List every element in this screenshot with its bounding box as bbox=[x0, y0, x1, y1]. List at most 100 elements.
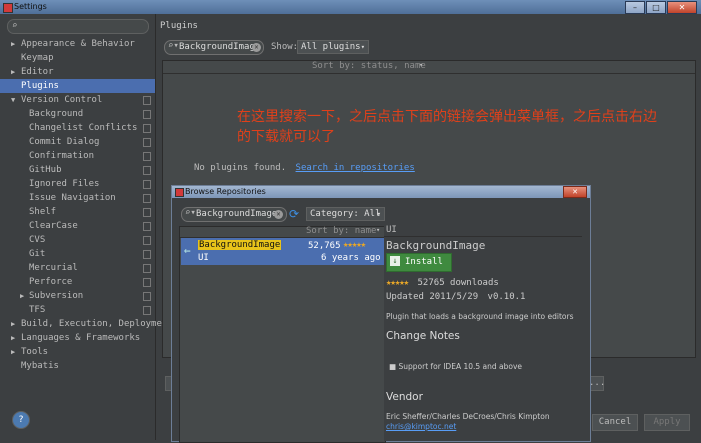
project-scope-icon bbox=[143, 180, 151, 189]
settings-search-input[interactable]: ⌕ bbox=[7, 19, 149, 34]
settings-sidebar: ⌕ ▶ Appearance & Behavior Keymap ▶ Editor Plu… bbox=[0, 14, 162, 440]
sidebar-item-label: ClearCase bbox=[29, 221, 78, 231]
list-header: Sort by: name ▾ bbox=[180, 226, 385, 238]
sidebar-item-changelist-conflicts[interactable]: Changelist Conflicts bbox=[0, 121, 155, 135]
detail-updated-row: Updated 2011/5/29 v0.10.1 bbox=[386, 292, 525, 302]
chevron-right-icon[interactable]: ▶ bbox=[11, 37, 15, 51]
install-button[interactable]: ↓ Install bbox=[386, 253, 452, 272]
dialog-close-button[interactable]: ✕ bbox=[563, 186, 587, 198]
project-scope-icon bbox=[143, 236, 151, 245]
sidebar-item-cvs[interactable]: CVS bbox=[0, 233, 155, 247]
sidebar-item-subversion[interactable]: ▶ Subversion bbox=[0, 289, 155, 303]
sidebar-item-label: Background bbox=[29, 109, 84, 119]
project-scope-icon bbox=[143, 96, 151, 105]
sidebar-item-commit-dialog[interactable]: Commit Dialog bbox=[0, 135, 155, 149]
app-icon bbox=[3, 3, 13, 13]
sidebar-item-label: Shelf bbox=[29, 207, 57, 217]
search-icon: ⌕ bbox=[12, 21, 18, 31]
change-notes-text: Support for IDEA 10.5 and above bbox=[398, 362, 523, 371]
sidebar-item-label: Keymap bbox=[21, 53, 54, 63]
sidebar-item-background[interactable]: Background bbox=[0, 107, 155, 121]
plugin-search-input[interactable]: ⌕▾ BackgroundImage ✕ bbox=[164, 40, 264, 55]
project-scope-icon bbox=[143, 264, 151, 273]
plugin-icon: ⇐ bbox=[184, 244, 191, 257]
sidebar-item-tfs[interactable]: TFS bbox=[0, 303, 155, 317]
sidebar-item-ignored-files[interactable]: Ignored Files bbox=[0, 177, 155, 191]
detail-category: UI bbox=[386, 225, 397, 235]
sidebar-item-issue-navigation[interactable]: Issue Navigation bbox=[0, 191, 155, 205]
sidebar-item-label: Commit Dialog bbox=[29, 137, 100, 147]
chevron-right-icon[interactable]: ▶ bbox=[11, 65, 15, 79]
detail-plugin-name: BackgroundImage bbox=[386, 239, 486, 252]
sidebar-item-perforce[interactable]: Perforce bbox=[0, 275, 155, 289]
search-in-repositories-link[interactable]: Search in repositories bbox=[296, 163, 415, 173]
plugin-result-row[interactable]: ⇐ BackgroundImage 52,765 ★★★★★ UI 6 year… bbox=[181, 238, 384, 265]
search-icon: ⌕▾ bbox=[168, 41, 179, 51]
sidebar-item-shelf[interactable]: Shelf bbox=[0, 205, 155, 219]
cancel-button[interactable]: Cancel bbox=[592, 414, 638, 431]
sidebar-item-plugins[interactable]: Plugins bbox=[0, 79, 155, 93]
help-button[interactable]: ? bbox=[12, 411, 30, 429]
sidebar-item-label: Mybatis bbox=[21, 361, 59, 371]
sidebar-item-keymap[interactable]: Keymap bbox=[0, 51, 155, 65]
chevron-right-icon[interactable]: ▶ bbox=[11, 345, 15, 359]
chevron-down-icon: ▾ bbox=[376, 210, 381, 218]
maximize-button[interactable]: □ bbox=[646, 1, 666, 14]
repo-search-input[interactable]: ⌕▾ BackgroundImage ✕ bbox=[181, 207, 287, 222]
sidebar-item-languages-frameworks[interactable]: ▶ Languages & Frameworks bbox=[0, 331, 155, 345]
project-scope-icon bbox=[143, 222, 151, 231]
change-notes-heading: Change Notes bbox=[386, 330, 460, 342]
sidebar-item-git[interactable]: Git bbox=[0, 247, 155, 261]
sidebar-item-label: Languages & Frameworks bbox=[21, 333, 141, 343]
project-scope-icon bbox=[143, 124, 151, 133]
plugin-search-value: BackgroundImage bbox=[179, 42, 261, 52]
search-icon: ⌕▾ bbox=[185, 208, 196, 218]
sort-arrow-icon: ▾ bbox=[419, 61, 424, 69]
sidebar-item-label: Editor bbox=[21, 67, 54, 77]
category-value: Category: All bbox=[310, 209, 381, 219]
sidebar-item-appearance-behavior[interactable]: ▶ Appearance & Behavior bbox=[0, 37, 155, 51]
sidebar-item-mercurial[interactable]: Mercurial bbox=[0, 261, 155, 275]
sidebar-item-version-control[interactable]: ▼ Version Control bbox=[0, 93, 155, 107]
project-scope-icon bbox=[143, 138, 151, 147]
sidebar-item-editor[interactable]: ▶ Editor bbox=[0, 65, 155, 79]
repository-results-list[interactable]: Sort by: name ▾ ⇐ BackgroundImage 52,765… bbox=[179, 226, 386, 443]
sort-arrow-icon: ▾ bbox=[376, 226, 381, 234]
chevron-right-icon[interactable]: ▶ bbox=[20, 289, 24, 303]
project-scope-icon bbox=[143, 194, 151, 203]
sort-by-label[interactable]: Sort by: name bbox=[306, 226, 376, 236]
close-button[interactable]: ✕ bbox=[667, 1, 697, 14]
sidebar-item-label: Plugins bbox=[21, 81, 59, 91]
show-filter-dropdown[interactable]: All plugins ▾ bbox=[297, 40, 369, 54]
dialog-title-bar: Browse Repositories ✕ bbox=[172, 186, 590, 198]
vendor-heading: Vendor bbox=[386, 391, 423, 403]
minimize-button[interactable]: – bbox=[625, 1, 645, 14]
show-filter-value: All plugins bbox=[301, 42, 361, 52]
browse-repositories-dialog: Browse Repositories ✕ ⌕▾ BackgroundImage… bbox=[171, 185, 591, 443]
refresh-icon[interactable]: ⟳ bbox=[289, 207, 299, 221]
sidebar-item-mybatis[interactable]: Mybatis bbox=[0, 359, 155, 373]
sidebar-item-build-execution-deployme[interactable]: ▶ Build, Execution, Deployme bbox=[0, 317, 162, 331]
project-scope-icon bbox=[143, 250, 151, 259]
sidebar-item-tools[interactable]: ▶ Tools bbox=[0, 345, 155, 359]
app-icon bbox=[175, 188, 184, 197]
clear-search-icon[interactable]: ✕ bbox=[274, 210, 283, 219]
repo-search-value: BackgroundImage bbox=[196, 209, 278, 219]
sidebar-item-clearcase[interactable]: ClearCase bbox=[0, 219, 155, 233]
sidebar-item-label: GitHub bbox=[29, 165, 62, 175]
sidebar-item-github[interactable]: GitHub bbox=[0, 163, 155, 177]
vendor-email-link[interactable]: chris@kimptoc.net bbox=[386, 422, 456, 431]
no-plugins-message: No plugins found. Search in repositories bbox=[194, 163, 415, 173]
apply-button[interactable]: Apply bbox=[644, 414, 690, 431]
project-scope-icon bbox=[143, 306, 151, 315]
sidebar-item-confirmation[interactable]: Confirmation bbox=[0, 149, 155, 163]
clear-search-icon[interactable]: ✕ bbox=[252, 43, 261, 52]
sort-by-label[interactable]: Sort by: status, name bbox=[312, 61, 426, 71]
chevron-right-icon[interactable]: ▶ bbox=[11, 317, 15, 331]
sidebar-item-label: Subversion bbox=[29, 291, 84, 301]
chevron-down-icon: ▾ bbox=[360, 43, 365, 51]
chevron-down-icon[interactable]: ▼ bbox=[11, 93, 15, 107]
category-dropdown[interactable]: Category: All ▾ bbox=[306, 207, 385, 221]
annotation-text: 在这里搜索一下，之后点击下面的链接会弹出菜单框，之后点击右边 的下载就可以了 bbox=[237, 107, 687, 147]
chevron-right-icon[interactable]: ▶ bbox=[11, 331, 15, 345]
